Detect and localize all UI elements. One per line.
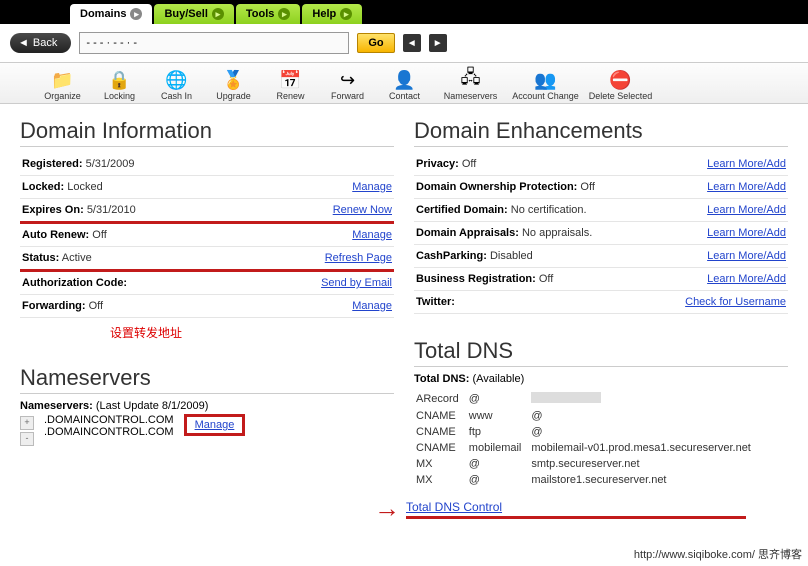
forwarding-manage-link[interactable]: Manage (352, 300, 392, 312)
table-row: CNAMEmobilemailmobilemail-v01.prod.mesa1… (416, 441, 759, 455)
nameservers-button[interactable]: 🖧Nameservers (433, 69, 508, 101)
top-tab-bar: Domains▸ Buy/Sell▸ Tools▸ Help▸ (0, 0, 808, 24)
enhancements-title: Domain Enhancements (414, 118, 788, 147)
nameservers-title: Nameservers (20, 365, 394, 394)
go-button[interactable]: Go (357, 33, 394, 53)
locked-manage-link[interactable]: Manage (352, 181, 392, 193)
chevron-right-icon: ▸ (212, 8, 224, 20)
refresh-page-link[interactable]: Refresh Page (325, 252, 392, 264)
folder-icon: 📁 (34, 69, 91, 91)
nav-bar: ◄Back Go ◄ ► (0, 24, 808, 62)
collapse-toggle[interactable]: - (20, 432, 34, 446)
nameservers-manage-link[interactable]: Manage (184, 414, 246, 436)
delete-button[interactable]: ⛔Delete Selected (583, 69, 658, 101)
autorenew-manage-link[interactable]: Manage (352, 229, 392, 241)
delete-icon: ⛔ (583, 69, 658, 91)
send-by-email-link[interactable]: Send by Email (321, 277, 392, 289)
contact-button[interactable]: 👤Contact (376, 69, 433, 101)
server-icon: 🖧 (433, 69, 508, 91)
nameserver-1: .DOMAINCONTROL.COM (44, 414, 174, 426)
forward-arrow-icon: ↪ (319, 69, 376, 91)
next-button[interactable]: ► (429, 34, 447, 52)
action-toolbar: 📁Organize 🔒Locking 🌐Cash In 🏅Upgrade 📅Re… (0, 63, 808, 104)
back-arrow-icon: ◄ (18, 37, 29, 49)
redacted-block (531, 392, 601, 403)
total-dns-title: Total DNS (414, 338, 788, 367)
lock-icon: 🔒 (91, 69, 148, 91)
table-row: ARecord@ (416, 391, 759, 407)
table-row: CNAMEftp@ (416, 425, 759, 439)
total-dns-control-link[interactable]: Total DNS Control (406, 500, 502, 514)
prev-button[interactable]: ◄ (403, 34, 421, 52)
domain-info-title: Domain Information (20, 118, 394, 147)
chevron-right-icon: ▸ (340, 8, 352, 20)
cashparking-link[interactable]: Learn More/Add (707, 250, 786, 262)
certified-link[interactable]: Learn More/Add (707, 204, 786, 216)
annotation-text: 设置转发地址 (20, 318, 394, 341)
forward-button[interactable]: ↪Forward (319, 69, 376, 101)
account-change-button[interactable]: 👥Account Change (508, 69, 583, 101)
expand-toggle[interactable]: + (20, 416, 34, 430)
table-row: MX@mailstore1.secureserver.net (416, 473, 759, 487)
domain-enhancements-section: Domain Enhancements Privacy: OffLearn Mo… (414, 118, 788, 520)
globe-money-icon: 🌐 (148, 69, 205, 91)
person-icon: 👤 (376, 69, 433, 91)
renew-button[interactable]: 📅Renew (262, 69, 319, 101)
bizreg-link[interactable]: Learn More/Add (707, 273, 786, 285)
upgrade-button[interactable]: 🏅Upgrade (205, 69, 262, 101)
locking-button[interactable]: 🔒Locking (91, 69, 148, 101)
annotation-underline (406, 516, 746, 519)
chevron-right-icon: ▸ (130, 8, 142, 20)
tab-domains[interactable]: Domains▸ (70, 4, 152, 24)
user-swap-icon: 👥 (508, 69, 583, 91)
ownership-link[interactable]: Learn More/Add (707, 181, 786, 193)
domain-info-section: Domain Information Registered: 5/31/2009… (20, 118, 394, 520)
cashin-button[interactable]: 🌐Cash In (148, 69, 205, 101)
organize-button[interactable]: 📁Organize (34, 69, 91, 101)
renew-now-link[interactable]: Renew Now (333, 204, 392, 216)
tab-help[interactable]: Help▸ (302, 4, 362, 24)
twitter-link[interactable]: Check for Username (685, 296, 786, 308)
dns-table: ARecord@ CNAMEwww@ CNAMEftp@ CNAMEmobile… (414, 389, 761, 489)
calendar-refresh-icon: 📅 (262, 69, 319, 91)
chevron-right-icon: ▸ (278, 8, 290, 20)
source-footnote: http://www.siqiboke.com/ 思齐博客 (634, 546, 802, 562)
tab-buysell[interactable]: Buy/Sell▸ (154, 4, 233, 24)
back-button[interactable]: ◄Back (10, 33, 71, 53)
appraisals-link[interactable]: Learn More/Add (707, 227, 786, 239)
privacy-link[interactable]: Learn More/Add (707, 158, 786, 170)
table-row: CNAMEwww@ (416, 409, 759, 423)
domain-search-input[interactable] (79, 32, 349, 54)
arrow-right-icon: → (374, 493, 400, 524)
tab-tools[interactable]: Tools▸ (236, 4, 301, 24)
table-row: MX@smtp.secureserver.net (416, 457, 759, 471)
nameserver-2: .DOMAINCONTROL.COM (44, 426, 174, 438)
ribbon-icon: 🏅 (205, 69, 262, 91)
